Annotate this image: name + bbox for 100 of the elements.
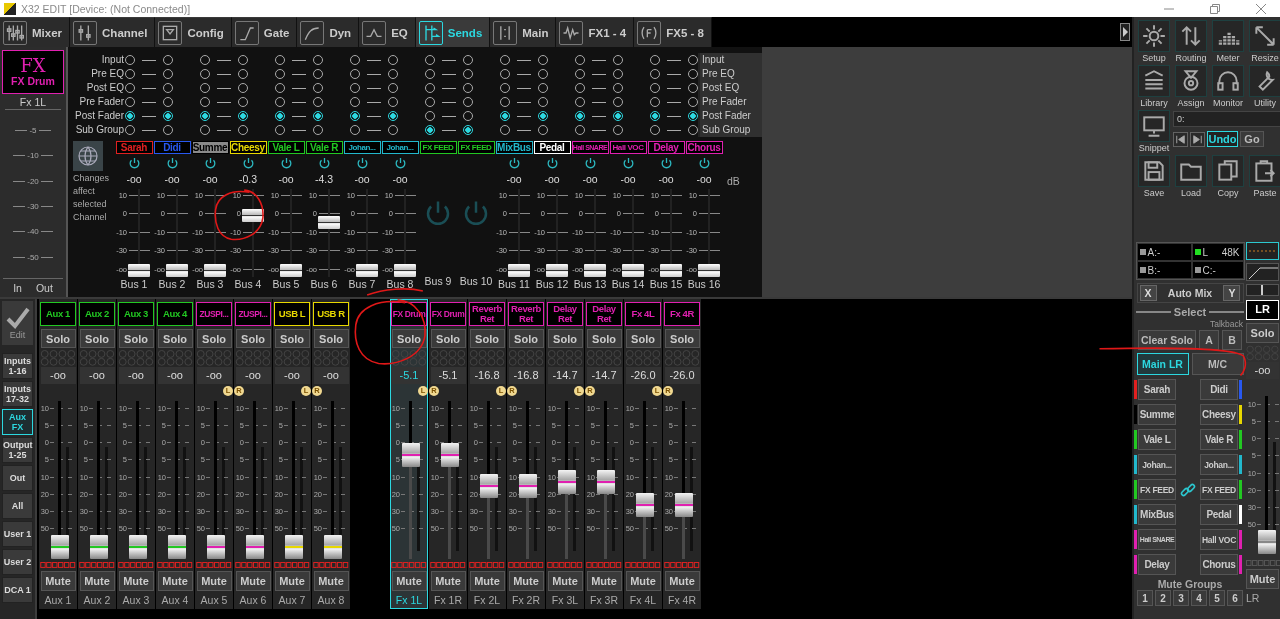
close-icon[interactable] [1256, 3, 1266, 14]
radio-button[interactable] [575, 111, 585, 121]
power-icon[interactable] [507, 157, 521, 170]
radio-button[interactable] [350, 111, 360, 121]
fader-handle[interactable] [280, 264, 302, 277]
fader-handle[interactable] [546, 264, 568, 277]
tool-button[interactable]: Monitor [1210, 65, 1246, 108]
channel-select-button[interactable]: MixBus [1138, 504, 1176, 525]
tool-button[interactable]: Save [1136, 155, 1172, 198]
radio-button[interactable] [163, 111, 173, 121]
solo-button[interactable]: Solo [430, 328, 466, 349]
mute-button[interactable]: Mute [118, 571, 154, 591]
fader-handle[interactable] [597, 469, 615, 494]
mute-button[interactable]: Mute [625, 571, 661, 591]
dynamics-thumbnail[interactable] [1246, 263, 1279, 281]
channel-select-button[interactable]: Hall VOC [1200, 529, 1238, 550]
channel-select-button[interactable]: Delay [1138, 554, 1176, 575]
mc-button[interactable]: M/C [1191, 353, 1244, 375]
radio-button[interactable] [275, 111, 285, 121]
mute-button[interactable]: Mute [469, 571, 505, 591]
mute-button[interactable]: Mute [586, 571, 622, 591]
radio-button[interactable] [650, 111, 660, 121]
solo-button[interactable]: Solo [235, 328, 271, 349]
fader-handle[interactable] [519, 474, 537, 499]
tool-button[interactable]: Resize [1247, 20, 1280, 63]
power-icon[interactable] [355, 157, 369, 170]
radio-button[interactable] [388, 111, 398, 121]
snippet-button[interactable]: Snippet [1136, 110, 1172, 153]
radio-button[interactable] [238, 111, 248, 121]
fader-handle[interactable] [480, 474, 498, 499]
view-button[interactable]: Inputs 1-16 [2, 353, 33, 379]
mute-button[interactable]: Mute [40, 571, 76, 591]
tab[interactable]: Channel [70, 17, 156, 47]
mute-group-button[interactable]: 1 [1137, 590, 1153, 606]
solo-button[interactable]: Solo [118, 328, 154, 349]
fader-handle[interactable] [324, 534, 342, 559]
mute-button[interactable]: Mute [79, 571, 115, 591]
fader-handle[interactable] [51, 534, 69, 559]
eq-thumbnail[interactable] [1246, 242, 1279, 260]
fader-handle[interactable] [584, 264, 606, 277]
tab[interactable]: Sends [415, 17, 491, 47]
mute-button[interactable]: Mute [664, 571, 700, 591]
tab[interactable]: FX1 - 4 [556, 17, 635, 47]
pan-thumbnail[interactable] [1246, 284, 1279, 296]
restore-icon[interactable] [1210, 3, 1220, 14]
main-lr-button[interactable]: Main LR [1136, 353, 1189, 375]
automix-y-button[interactable]: Y [1223, 285, 1241, 301]
solo-button[interactable]: Solo [391, 328, 427, 349]
solo-button[interactable]: Solo [79, 328, 115, 349]
fader-handle[interactable] [508, 264, 530, 277]
mute-button[interactable]: Mute [430, 571, 466, 591]
view-button[interactable]: Output 1-25 [2, 437, 33, 463]
mute-button[interactable]: Mute [274, 571, 310, 591]
tab[interactable]: Gate [231, 17, 298, 47]
mute-button[interactable]: Mute [196, 571, 232, 591]
radio-button[interactable] [538, 111, 548, 121]
power-icon[interactable] [545, 157, 559, 170]
view-button[interactable]: Aux FX [2, 409, 33, 435]
view-button[interactable]: Inputs 17-32 [2, 381, 33, 407]
go-button[interactable]: Go [1240, 131, 1264, 147]
solo-button[interactable]: Solo [664, 328, 700, 349]
tool-button[interactable]: Library [1136, 65, 1172, 108]
tab[interactable]: FX5 - 8 [634, 17, 712, 47]
tab[interactable]: Mixer [0, 17, 71, 47]
channel-select-button[interactable]: Johan... [1200, 454, 1238, 475]
talkback-a-button[interactable]: A [1199, 330, 1219, 350]
channel-select-button[interactable]: Didi [1200, 379, 1238, 400]
tool-button[interactable]: Utility [1247, 65, 1280, 108]
power-icon[interactable] [583, 157, 597, 170]
fader-handle[interactable] [558, 469, 576, 494]
solo-button[interactable]: Solo [1246, 323, 1279, 343]
channel-select-button[interactable]: Sarah [1138, 379, 1176, 400]
fader-handle[interactable] [1258, 530, 1276, 554]
channel-select-button[interactable]: Pedal [1200, 504, 1238, 525]
fader-handle[interactable] [128, 264, 150, 277]
snippet-field[interactable]: 0: [1173, 111, 1280, 127]
view-button[interactable]: All [2, 493, 33, 519]
mute-group-button[interactable]: 3 [1173, 590, 1189, 606]
tool-button[interactable]: Routing [1173, 20, 1209, 63]
power-icon[interactable] [317, 157, 331, 170]
tab[interactable]: Main [490, 17, 557, 47]
mute-group-button[interactable]: 6 [1227, 590, 1243, 606]
power-icon[interactable] [621, 157, 635, 170]
solo-button[interactable]: Solo [508, 328, 544, 349]
globe-button[interactable] [73, 141, 103, 171]
view-button[interactable]: User 2 [2, 549, 33, 575]
fader-handle[interactable] [402, 442, 420, 467]
mute-button[interactable]: Mute [1246, 569, 1279, 589]
fader-handle[interactable] [698, 264, 720, 277]
tab[interactable]: Config [155, 17, 232, 47]
power-icon[interactable] [279, 157, 293, 170]
solo-button[interactable]: Solo [469, 328, 505, 349]
fader-handle[interactable] [129, 534, 147, 559]
power-icon[interactable] [241, 157, 255, 170]
mute-button[interactable]: Mute [313, 571, 349, 591]
power-icon[interactable] [203, 157, 217, 170]
mute-group-button[interactable]: 4 [1191, 590, 1207, 606]
radio-button[interactable] [463, 125, 473, 135]
solo-button[interactable]: Solo [586, 328, 622, 349]
fader-handle[interactable] [660, 264, 682, 277]
